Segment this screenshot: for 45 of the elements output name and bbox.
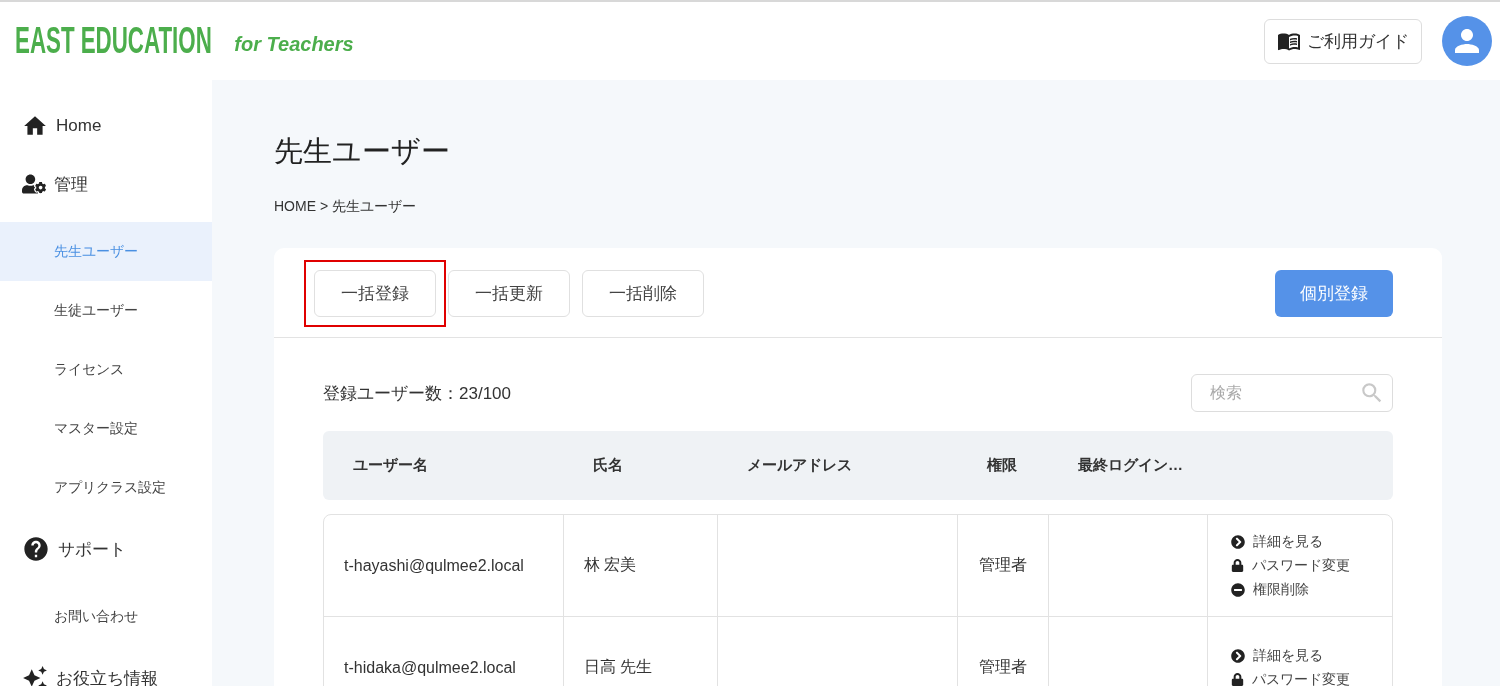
section-label: サポート bbox=[58, 538, 126, 561]
search-field[interactable]: 検索 bbox=[1191, 374, 1393, 412]
column-header: メールアドレス bbox=[746, 456, 853, 475]
lock-icon bbox=[1231, 559, 1244, 572]
breadcrumb: HOME > 先生ユーザー bbox=[274, 198, 417, 216]
column-header: ユーザー名 bbox=[352, 456, 429, 475]
sparkle-icon bbox=[22, 665, 48, 686]
guide-button[interactable]: ご利用ガイド bbox=[1264, 18, 1422, 64]
action-link[interactable]: 権限削除 bbox=[1231, 580, 1392, 599]
action-link[interactable]: 詳細を見る bbox=[1231, 646, 1392, 665]
user-count: 登録ユーザー数：23/100 bbox=[323, 382, 511, 405]
section-label: お役立ち情報 bbox=[56, 667, 158, 686]
sidebar-item[interactable]: ライセンス bbox=[0, 340, 212, 399]
section-label: Home bbox=[56, 116, 102, 136]
toolbar-button[interactable]: 一括更新 bbox=[448, 270, 570, 317]
table-cell: 管理者 bbox=[958, 515, 1049, 616]
sidebar-item[interactable]: 生徒ユーザー bbox=[0, 281, 212, 340]
table-cell: 日高 先生 bbox=[564, 617, 718, 686]
sidebar-item[interactable]: お問い合わせ bbox=[0, 587, 212, 646]
sidebar-section[interactable]: サポート bbox=[0, 529, 212, 569]
toolbar-button[interactable]: 一括削除 bbox=[582, 270, 704, 317]
table-cell: t-hayashi@qulmee2.local bbox=[324, 515, 564, 616]
logo-subtitle: for Teachers bbox=[234, 32, 354, 56]
action-link[interactable]: パスワード変更 bbox=[1231, 670, 1392, 686]
avatar[interactable] bbox=[1442, 16, 1492, 66]
table-cell: 管理者 bbox=[958, 617, 1049, 686]
action-link[interactable]: パスワード変更 bbox=[1231, 556, 1392, 575]
column-header: 氏名 bbox=[592, 456, 624, 475]
column-header: 権限 bbox=[986, 456, 1018, 475]
sidebar-section[interactable]: お役立ち情報 bbox=[0, 658, 212, 686]
table-cell: t-hidaka@qulmee2.local bbox=[324, 617, 564, 686]
sidebar-section[interactable]: Home bbox=[0, 106, 212, 146]
table-cell: 林 宏美 bbox=[564, 515, 718, 616]
sidebar-item[interactable]: マスター設定 bbox=[0, 399, 212, 458]
logo: EAST EDUCATION bbox=[15, 20, 212, 62]
sidebar-item[interactable]: アプリクラス設定 bbox=[0, 458, 212, 517]
column-header: 最終ログイン… bbox=[1077, 456, 1184, 475]
section-label: 管理 bbox=[54, 173, 88, 196]
user-gear-icon bbox=[22, 172, 46, 196]
lock-icon bbox=[1231, 673, 1244, 686]
sidebar-section[interactable]: 管理 bbox=[0, 164, 212, 204]
page-title: 先生ユーザー bbox=[274, 134, 451, 169]
help-icon bbox=[22, 535, 50, 563]
toolbar-button[interactable]: 一括登録 bbox=[314, 270, 436, 317]
action-link[interactable]: 詳細を見る bbox=[1231, 532, 1392, 551]
